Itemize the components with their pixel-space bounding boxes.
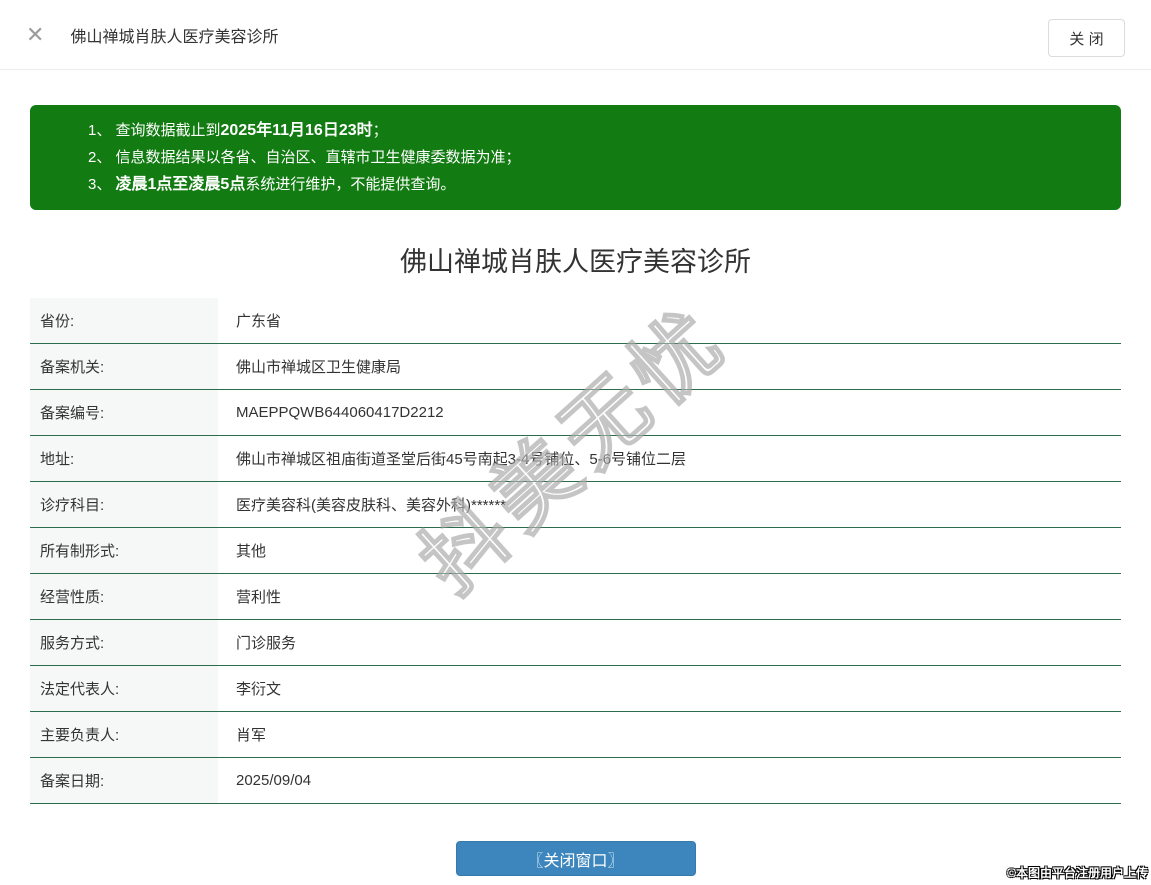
close-icon[interactable]: ✕ [26, 23, 44, 46]
row-label: 经营性质: [30, 574, 218, 619]
window-titlebar: ✕ 佛山禅城肖肤人医疗美容诊所 关 闭 [0, 0, 1151, 70]
row-value: 医疗美容科(美容皮肤科、美容外科)****** [236, 497, 507, 514]
row-value: 肖军 [236, 727, 267, 744]
close-window-button[interactable]: 〖关闭窗口〗 [455, 841, 696, 876]
row-label: 备案编号: [30, 390, 218, 435]
notice-line-2: 2、 信息数据结果以各省、自治区、直辖市卫生健康委数据为准； [88, 144, 1101, 171]
row-label: 诊疗科目: [30, 482, 218, 527]
row-label: 地址: [30, 436, 218, 481]
notice-text: 1、 查询数据截止到 [88, 122, 221, 139]
table-row-service-mode: 服务方式: 门诊服务 [30, 620, 1121, 666]
notice-bold-text: 凌晨1点至凌晨5点 [115, 176, 246, 193]
row-value: 2025/09/04 [236, 772, 312, 789]
row-label: 主要负责人: [30, 712, 218, 757]
titlebar-clinic-name: 佛山禅城肖肤人医疗美容诊所 [70, 28, 279, 46]
row-label: 服务方式: [30, 620, 218, 665]
table-row-filing-authority: 备案机关: 佛山市禅城区卫生健康局 [30, 344, 1121, 390]
notice-line-3: 3、 凌晨1点至凌晨5点系统进行维护，不能提供查询。 [88, 171, 1101, 198]
row-label: 省份: [30, 298, 218, 343]
row-label: 备案日期: [30, 758, 218, 803]
row-label: 法定代表人: [30, 666, 218, 711]
row-value: 其他 [236, 543, 267, 560]
table-row-medical-subjects: 诊疗科目: 医疗美容科(美容皮肤科、美容外科)****** [30, 482, 1121, 528]
notice-bold-text: 2025年11月16日23时 [220, 122, 373, 139]
row-value: 佛山市禅城区卫生健康局 [236, 359, 402, 376]
notice-text: ； [372, 122, 388, 139]
table-row-province: 省份: 广东省 [30, 298, 1121, 344]
row-value: 营利性 [236, 589, 282, 606]
close-button[interactable]: 关 闭 [1048, 19, 1125, 57]
clinic-title: 佛山禅城肖肤人医疗美容诊所 [400, 247, 751, 277]
row-value: 门诊服务 [236, 635, 297, 652]
info-table: 省份: 广东省 备案机关: 佛山市禅城区卫生健康局 备案编号: MAEPPQWB… [30, 298, 1121, 804]
notice-line-1: 1、 查询数据截止到2025年11月16日23时； [88, 117, 1101, 144]
table-row-filing-number: 备案编号: MAEPPQWB644060417D2212 [30, 390, 1121, 436]
notice-banner: 1、 查询数据截止到2025年11月16日23时； 2、 信息数据结果以各省、自… [30, 105, 1121, 210]
row-value: 广东省 [236, 313, 282, 330]
row-value: 李衍文 [236, 681, 282, 698]
notice-text: 3、 [88, 176, 116, 193]
row-value: MAEPPQWB644060417D2212 [236, 404, 444, 421]
table-row-legal-representative: 法定代表人: 李衍文 [30, 666, 1121, 712]
row-label: 所有制形式: [30, 528, 218, 573]
table-row-filing-date: 备案日期: 2025/09/04 [30, 758, 1121, 804]
notice-text: 系统进行维护，不能提供查询。 [245, 176, 456, 193]
notice-text: 2、 信息数据结果以各省、自治区、直辖市卫生健康委数据为准； [88, 149, 521, 166]
row-value: 佛山市禅城区祖庙街道圣堂后街45号南起3-4号铺位、5-6号铺位二层 [236, 451, 687, 468]
row-label: 备案机关: [30, 344, 218, 389]
table-row-address: 地址: 佛山市禅城区祖庙街道圣堂后街45号南起3-4号铺位、5-6号铺位二层 [30, 436, 1121, 482]
table-row-principal: 主要负责人: 肖军 [30, 712, 1121, 758]
table-row-ownership-form: 所有制形式: 其他 [30, 528, 1121, 574]
upload-credit-text: ©本图由平台注册用户上传 [1007, 866, 1148, 880]
table-row-business-nature: 经营性质: 营利性 [30, 574, 1121, 620]
